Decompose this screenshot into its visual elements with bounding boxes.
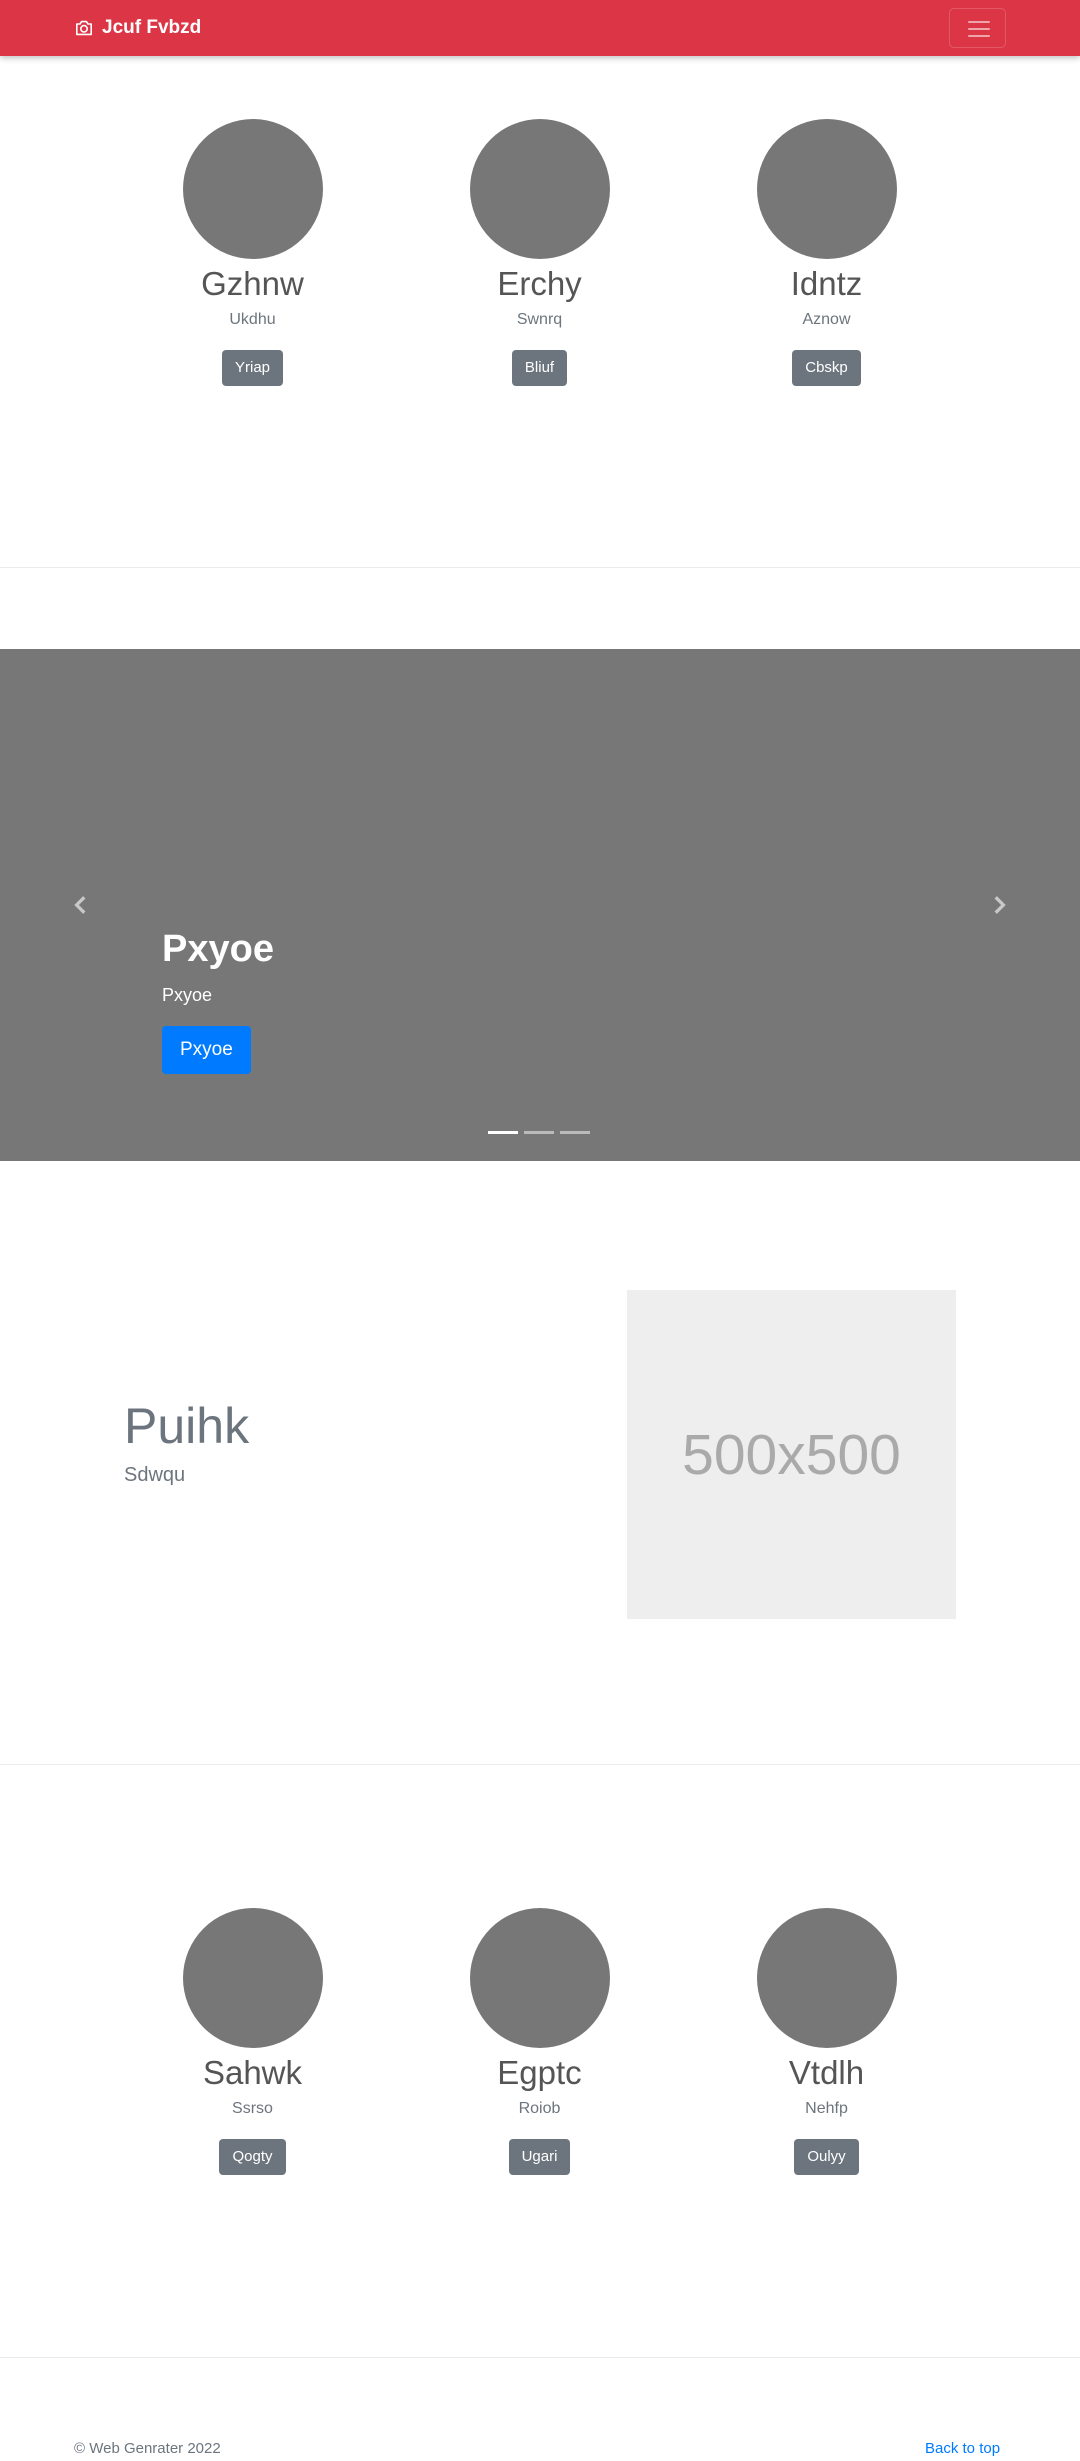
brand-name: Jcuf Fvbzd: [102, 17, 202, 38]
avatar: [756, 1908, 897, 2048]
team-member: Sahwk Ssrso Qogty: [109, 1908, 396, 2175]
team-member: Idntz Aznow Cbskp: [683, 119, 970, 386]
member-button[interactable]: Ugari: [508, 2139, 571, 2175]
avatar: [756, 119, 897, 259]
section-divider: [0, 1764, 1080, 1765]
carousel-text: Pxyoe: [162, 985, 213, 1005]
avatar: [469, 119, 610, 259]
team-member: Gzhnw Ukdhu Yriap: [109, 119, 396, 386]
team-member: Vtdlh Nehfp Oulyy: [683, 1908, 970, 2175]
navbar-toggler-button[interactable]: [949, 8, 1006, 48]
member-subtitle: Ssrso: [232, 2100, 273, 2117]
member-name: Gzhnw: [201, 265, 304, 302]
member-button[interactable]: Cbskp: [792, 350, 861, 386]
member-subtitle: Nehfp: [805, 2100, 848, 2117]
member-name: Egptc: [497, 2054, 582, 2091]
team-member: Erchy Swnrq Bliuf: [396, 119, 683, 386]
member-button[interactable]: Qogty: [219, 2139, 286, 2175]
team-member: Egptc Roiob Ugari: [396, 1908, 683, 2175]
carousel: Pxyoe Pxyoe Pxyoe: [0, 649, 1080, 1161]
chevron-right-icon[interactable]: [988, 894, 1010, 916]
carousel-heading: Pxyoe: [162, 928, 274, 970]
navbar: Jcuf Fvbzd: [0, 0, 1080, 56]
avatar: [182, 1908, 323, 2048]
placeholder-image: 500x500: [627, 1290, 956, 1619]
camera-icon: [76, 20, 92, 36]
member-button[interactable]: Yriap: [221, 350, 284, 386]
member-button[interactable]: Bliuf: [511, 350, 568, 386]
footer-copyright: © Web Genrater 2022: [74, 2440, 221, 2457]
member-subtitle: Aznow: [802, 311, 851, 328]
featurette-lead: Sdwqu: [124, 1464, 186, 1486]
section-divider: [0, 2357, 1080, 2358]
carousel-indicator[interactable]: [488, 1131, 518, 1134]
carousel-indicators: [488, 1131, 590, 1134]
member-name: Erchy: [497, 265, 582, 302]
carousel-indicator[interactable]: [524, 1131, 554, 1134]
avatar: [182, 119, 323, 259]
carousel-caption: Pxyoe Pxyoe Pxyoe: [162, 926, 274, 1074]
brand-link[interactable]: Jcuf Fvbzd: [74, 17, 201, 39]
section-divider: [0, 567, 1080, 568]
avatar: [469, 1908, 610, 2048]
carousel-indicator[interactable]: [560, 1131, 590, 1134]
member-subtitle: Roiob: [518, 2100, 561, 2117]
placeholder-label: 500x500: [682, 1422, 901, 1487]
member-subtitle: Swnrq: [516, 311, 563, 328]
member-name: Sahwk: [202, 2054, 303, 2091]
member-name: Vtdlh: [788, 2054, 865, 2091]
member-name: Idntz: [790, 265, 863, 302]
member-subtitle: Ukdhu: [229, 311, 276, 328]
back-to-top-link[interactable]: Back to top: [925, 2440, 1000, 2457]
carousel-button[interactable]: Pxyoe: [162, 1026, 251, 1074]
member-button[interactable]: Oulyy: [794, 2139, 859, 2175]
featurette-heading: Puihk: [124, 1398, 250, 1454]
chevron-left-icon[interactable]: [70, 894, 92, 916]
